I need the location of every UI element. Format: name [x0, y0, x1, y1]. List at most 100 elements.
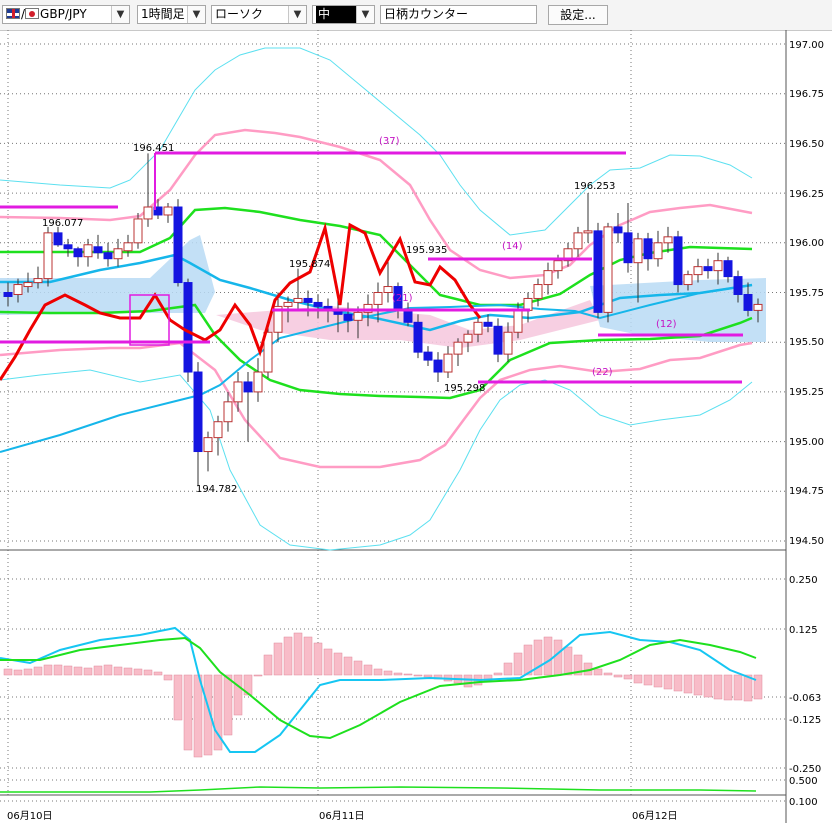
- bear-candle: [623, 232, 633, 264]
- histogram-bar: [263, 654, 273, 676]
- histogram-bar: [563, 646, 573, 676]
- settings-button[interactable]: 設定...: [548, 5, 608, 25]
- bull-candle: [603, 226, 613, 313]
- bull-candle: [113, 248, 123, 260]
- bull-candle: [13, 284, 23, 295]
- bull-candle: [473, 321, 483, 335]
- bull-candle: [683, 274, 693, 286]
- bull-candle: [213, 421, 223, 439]
- histogram-bar: [643, 674, 653, 686]
- bull-candle: [383, 286, 393, 294]
- chevron-down-icon[interactable]: ▼: [187, 6, 205, 23]
- histogram-bar: [73, 666, 83, 676]
- bull-candle: [123, 242, 133, 252]
- histogram-bar: [23, 668, 33, 676]
- histogram-bar: [383, 670, 393, 676]
- timeframe-label: 1時間足: [141, 7, 185, 21]
- price-tick: 196.75: [789, 89, 824, 100]
- size-label: 中: [316, 6, 356, 23]
- high-label: 195.874: [289, 259, 330, 270]
- histogram-bar: [273, 642, 283, 676]
- histogram-bar: [413, 674, 423, 677]
- bull-candle: [233, 381, 243, 403]
- bull-candle: [533, 284, 543, 299]
- histogram-bar: [333, 652, 343, 676]
- osc-tick: 0.500: [789, 776, 818, 787]
- histogram-bar: [293, 632, 303, 676]
- chart-type-select[interactable]: ローソク ▼: [211, 5, 307, 24]
- histogram-bar: [83, 667, 93, 676]
- bull-candle: [753, 303, 763, 311]
- histogram-bar: [123, 667, 133, 676]
- axis-labels: 197.00 196.75 196.50 196.25 196.00 195.7…: [7, 40, 824, 822]
- bear-candle: [413, 321, 423, 353]
- currency-pair-select[interactable]: / GBP/JPY ▼: [2, 5, 130, 24]
- bull-candle: [223, 401, 233, 423]
- bull-candle: [573, 232, 583, 250]
- bull-candle: [543, 270, 553, 286]
- uk-flag-icon: [6, 8, 20, 19]
- price-tick: 197.00: [789, 40, 824, 51]
- count-label: (21): [392, 293, 413, 304]
- bull-candle: [293, 297, 303, 303]
- bull-candle: [33, 278, 43, 284]
- chevron-down-icon[interactable]: ▼: [356, 6, 374, 23]
- high-label: 196.253: [574, 181, 615, 192]
- date-label: 06月11日: [319, 810, 364, 822]
- price-chart[interactable]: 197.00 196.75 196.50 196.25 196.00 195.7…: [0, 30, 832, 823]
- histogram-bar: [183, 674, 193, 751]
- bull-candle: [713, 260, 723, 272]
- histogram-bar: [503, 662, 513, 676]
- histogram-bar: [173, 674, 183, 721]
- count-label: (14): [502, 241, 523, 252]
- timeframe-select[interactable]: 1時間足 ▼: [137, 5, 206, 24]
- bear-candle: [593, 230, 603, 313]
- size-select[interactable]: 中 ▼: [312, 5, 375, 24]
- bear-candle: [343, 313, 353, 321]
- bear-candle: [303, 297, 313, 303]
- histogram-bar: [703, 674, 713, 698]
- bear-candle: [243, 381, 253, 393]
- osc-tick: 0.100: [789, 797, 818, 808]
- osc-tick: -0.250: [789, 764, 821, 775]
- histogram-bar: [253, 674, 263, 677]
- price-tick: 194.75: [789, 486, 824, 497]
- histogram-bar: [113, 666, 123, 676]
- histogram-bar: [593, 668, 603, 676]
- counter-checkbox-group[interactable]: 日柄カウンター: [380, 5, 537, 24]
- histogram-bar: [693, 674, 703, 696]
- low-label: 195.298: [444, 383, 485, 394]
- low-label: 194.782: [196, 484, 237, 495]
- price-tick: 195.75: [789, 288, 824, 299]
- bear-candle: [403, 309, 413, 323]
- bear-candle: [643, 238, 653, 260]
- oscillator-panel: [0, 626, 763, 793]
- indicator-bands: [0, 47, 766, 551]
- histogram-bar: [33, 666, 43, 676]
- price-tick: 194.50: [789, 536, 824, 547]
- bear-candle: [103, 252, 113, 260]
- date-label: 06月12日: [632, 810, 677, 822]
- histogram-bar: [403, 673, 413, 676]
- histogram-bar: [623, 674, 633, 680]
- histogram-bar: [753, 674, 763, 700]
- osc-tick: 0.125: [789, 625, 818, 636]
- bull-candle: [653, 242, 663, 260]
- high-label: 196.077: [42, 218, 83, 229]
- histogram-bar: [43, 664, 53, 676]
- histogram-bar: [463, 674, 473, 688]
- bear-candle: [723, 260, 733, 278]
- bear-candle: [73, 248, 83, 258]
- histogram-bar: [423, 674, 433, 678]
- chevron-down-icon[interactable]: ▼: [288, 6, 306, 23]
- histogram-bar: [353, 660, 363, 676]
- histogram-bar: [663, 674, 673, 690]
- bull-candle: [283, 301, 293, 307]
- chevron-down-icon[interactable]: ▼: [111, 6, 129, 23]
- bear-candle: [483, 321, 493, 327]
- count-label: (12): [656, 319, 677, 330]
- high-label: 196.451: [133, 143, 174, 154]
- histogram-bar: [603, 672, 613, 676]
- price-tick: 196.50: [789, 139, 824, 150]
- bear-candle: [613, 226, 623, 234]
